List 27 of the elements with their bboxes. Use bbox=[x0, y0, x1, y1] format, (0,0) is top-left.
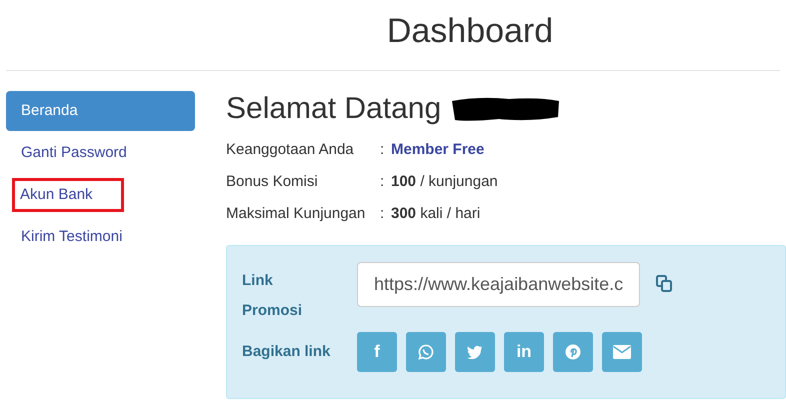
share-button[interactable] bbox=[553, 332, 593, 372]
chat-icon bbox=[418, 344, 434, 360]
share-button[interactable] bbox=[455, 332, 495, 372]
sidebar-item[interactable]: Ganti Password bbox=[6, 133, 142, 173]
copy-icon[interactable] bbox=[656, 275, 673, 292]
sidebar-item[interactable]: Beranda bbox=[6, 91, 195, 131]
separator: : bbox=[380, 204, 386, 224]
info-value: 100 / kunjungan bbox=[391, 172, 498, 192]
page-title: Dashboard bbox=[386, 14, 554, 52]
link-input-field[interactable]: https://www.keajaibanwebsite.c bbox=[357, 262, 640, 307]
membership-value: Member Free bbox=[391, 140, 484, 160]
sidebar-item[interactable]: Akun Bank bbox=[15, 184, 93, 206]
info-label: Bonus Komisi bbox=[226, 172, 319, 192]
link-label: Link Promosi bbox=[242, 271, 304, 321]
share-button[interactable] bbox=[406, 332, 446, 372]
info-label: Keanggotaan Anda bbox=[226, 140, 355, 160]
pin-icon bbox=[565, 344, 581, 360]
separator: : bbox=[380, 140, 386, 160]
share-label: Bagikan link bbox=[242, 342, 332, 362]
info-label: Maksimal Kunjungan bbox=[226, 204, 366, 224]
share-button[interactable] bbox=[602, 332, 642, 372]
welcome-heading: Selamat Datang bbox=[226, 94, 442, 124]
separator: : bbox=[380, 172, 386, 192]
bird-icon bbox=[467, 345, 483, 359]
info-value: 300 kali / hari bbox=[391, 204, 480, 224]
envelope-icon bbox=[613, 345, 631, 359]
sidebar-item[interactable]: Kirim Testimoni bbox=[6, 217, 138, 257]
